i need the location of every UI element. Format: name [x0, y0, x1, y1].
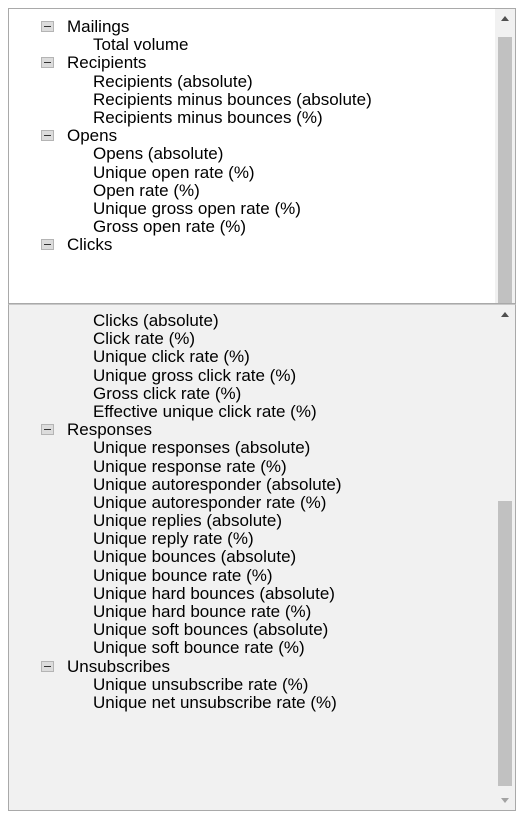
tree-item-unique-hard-bounces-absolute[interactable]: Unique hard bounces (absolute): [9, 584, 495, 603]
tree-group-label: Mailings: [67, 17, 130, 36]
tree-group-unsubscribes[interactable]: Unsubscribes: [9, 656, 495, 676]
tree-item-click-rate[interactable]: Click rate (%): [9, 330, 495, 348]
tree-item-unique-gross-click-rate[interactable]: Unique gross click rate (%): [9, 366, 495, 385]
tree-item-recipients-absolute[interactable]: Recipients (absolute): [9, 72, 495, 91]
tree-item-total-volume[interactable]: Total volume: [9, 36, 495, 54]
metrics-tree-bottom-panel: Clicks (absolute) Click rate (%) Unique cl…: [8, 304, 516, 811]
tree-item-unique-soft-bounce-rate[interactable]: Unique soft bounce rate (%): [9, 639, 495, 657]
metrics-tree-bottom: Clicks (absolute) Click rate (%) Unique cl…: [9, 311, 495, 712]
tree-item-unique-bounce-rate[interactable]: Unique bounce rate (%): [9, 566, 495, 585]
tree-item-opens-absolute[interactable]: Opens (absolute): [9, 145, 495, 163]
tree-group-label: Unsubscribes: [67, 656, 170, 676]
tree-item-unique-gross-open-rate[interactable]: Unique gross open rate (%): [9, 199, 495, 218]
collapse-minus-icon[interactable]: [41, 424, 54, 436]
tree-group-label: Responses: [67, 420, 153, 440]
tree-item-unique-response-rate[interactable]: Unique response rate (%): [9, 457, 495, 476]
tree-item-unique-replies-absolute[interactable]: Unique replies (absolute): [9, 511, 495, 530]
tree-group-label: Opens: [67, 126, 118, 146]
tree-item-unique-unsubscribe-rate[interactable]: Unique unsubscribe rate (%): [9, 675, 495, 694]
tree-item-unique-open-rate[interactable]: Unique open rate (%): [9, 163, 495, 182]
tree-group-mailings[interactable]: Mailings: [9, 18, 495, 36]
scroll-up-arrow-icon[interactable]: [501, 16, 509, 21]
tree-group-label: Recipients: [67, 53, 147, 73]
tree-item-gross-click-rate[interactable]: Gross click rate (%): [9, 384, 495, 403]
tree-item-unique-bounces-absolute[interactable]: Unique bounces (absolute): [9, 548, 495, 566]
collapse-minus-icon[interactable]: [41, 660, 54, 672]
collapse-minus-icon[interactable]: [41, 239, 54, 251]
metrics-tree-top-panel: Mailings Total volume Recipients Recipients…: [8, 8, 516, 304]
vertical-scrollbar-top[interactable]: [495, 9, 515, 303]
scroll-up-arrow-icon[interactable]: [501, 312, 509, 317]
tree-item-unique-autoresponder-absolute[interactable]: Unique autoresponder (absolute): [9, 475, 495, 494]
tree-group-opens[interactable]: Opens: [9, 127, 495, 145]
scroll-down-arrow-icon[interactable]: [501, 798, 509, 803]
tree-item-clicks-absolute[interactable]: Clicks (absolute): [9, 311, 495, 330]
tree-item-unique-autoresponder-rate[interactable]: Unique autoresponder rate (%): [9, 493, 495, 512]
tree-item-recipients-minus-bounces[interactable]: Recipients minus bounces (%): [9, 108, 495, 127]
tree-item-unique-click-rate[interactable]: Unique click rate (%): [9, 348, 495, 366]
tree-group-clicks[interactable]: Clicks: [9, 236, 495, 254]
tree-item-unique-soft-bounces-absolute[interactable]: Unique soft bounces (absolute): [9, 621, 495, 639]
tree-item-open-rate[interactable]: Open rate (%): [9, 181, 495, 200]
tree-item-unique-responses-absolute[interactable]: Unique responses (absolute): [9, 439, 495, 457]
tree-item-gross-open-rate[interactable]: Gross open rate (%): [9, 217, 495, 236]
collapse-minus-icon[interactable]: [41, 130, 54, 142]
scrollbar-thumb-top[interactable]: [498, 37, 512, 303]
tree-group-recipients[interactable]: Recipients: [9, 54, 495, 72]
tree-group-label: Clicks: [67, 235, 113, 255]
tree-item-unique-net-unsubscribe-rate[interactable]: Unique net unsubscribe rate (%): [9, 693, 495, 712]
tree-item-recipients-minus-bounces-absolute[interactable]: Recipients minus bounces (absolute): [9, 90, 495, 109]
tree-group-responses[interactable]: Responses: [9, 421, 495, 439]
collapse-minus-icon[interactable]: [41, 57, 54, 69]
tree-item-unique-reply-rate[interactable]: Unique reply rate (%): [9, 530, 495, 548]
collapse-minus-icon[interactable]: [41, 21, 54, 32]
metrics-tree-top: Mailings Total volume Recipients Recipients…: [9, 18, 495, 254]
tree-item-effective-unique-click-rate[interactable]: Effective unique click rate (%): [9, 402, 495, 421]
scrollbar-thumb-bottom[interactable]: [498, 501, 512, 786]
tree-item-unique-hard-bounce-rate[interactable]: Unique hard bounce rate (%): [9, 602, 495, 621]
vertical-scrollbar-bottom[interactable]: [495, 305, 515, 810]
